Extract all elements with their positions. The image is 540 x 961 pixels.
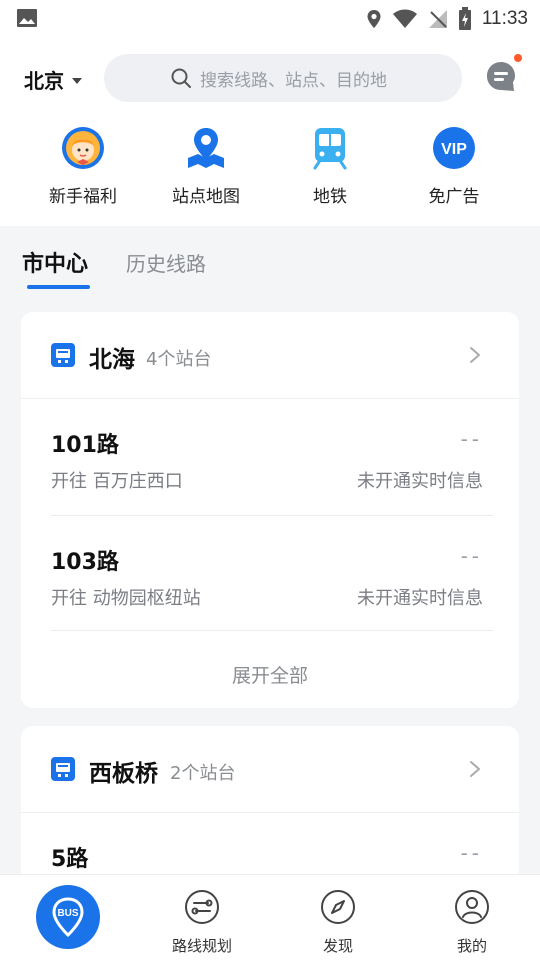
nav-route-planning[interactable]: 路线规划 bbox=[152, 889, 252, 956]
nav-profile[interactable]: 我的 bbox=[422, 889, 522, 956]
battery-charging-icon bbox=[458, 7, 471, 30]
route-direction: 开往 百万庄西口 bbox=[51, 471, 183, 492]
route-eta: -- bbox=[460, 544, 483, 568]
route-name: 103路 bbox=[51, 550, 119, 575]
route-row[interactable]: 101路 开往 百万庄西口 -- 未开通实时信息 bbox=[51, 399, 493, 516]
status-bar: 11:33 bbox=[0, 0, 540, 38]
route-realtime-status: 未开通实时信息 bbox=[357, 588, 483, 609]
quick-action-label: 免广告 bbox=[428, 187, 480, 207]
bottom-navigation: BUS 路线规划 发现 我的 bbox=[0, 874, 540, 961]
chevron-right-icon bbox=[470, 761, 480, 777]
route-name: 101路 bbox=[51, 433, 119, 458]
quick-action-stop-map[interactable]: 站点地图 bbox=[144, 126, 268, 207]
quick-action-label: 站点地图 bbox=[172, 187, 240, 207]
route-direction: 开往 动物园枢纽站 bbox=[51, 588, 201, 609]
divider bbox=[51, 630, 493, 631]
city-selector[interactable]: 北京 bbox=[24, 65, 82, 94]
stop-card-header[interactable]: 北海 4个站台 bbox=[21, 312, 519, 399]
bus-stop-icon bbox=[51, 757, 75, 781]
nav-discover[interactable]: 发现 bbox=[288, 889, 388, 956]
quick-action-subway[interactable]: 地铁 bbox=[268, 126, 392, 207]
expand-all-button[interactable]: 展开全部 bbox=[21, 661, 519, 688]
quick-action-newcomer[interactable]: 新手福利 bbox=[21, 126, 145, 207]
chevron-right-icon bbox=[470, 347, 480, 363]
message-icon bbox=[487, 62, 515, 91]
route-plan-icon bbox=[185, 890, 219, 924]
status-icons: 11:33 bbox=[366, 6, 528, 32]
message-button[interactable] bbox=[484, 54, 522, 94]
stop-platform-count: 4个站台 bbox=[146, 349, 212, 370]
location-icon bbox=[367, 10, 381, 28]
stop-card-header[interactable]: 西板桥 2个站台 bbox=[21, 726, 519, 813]
route-row[interactable]: 103路 开往 动物园枢纽站 -- 未开通实时信息 bbox=[51, 516, 493, 632]
search-icon bbox=[171, 68, 191, 88]
route-realtime-status: 未开通实时信息 bbox=[357, 471, 483, 492]
search-placeholder: 搜索线路、站点、目的地 bbox=[200, 70, 387, 91]
stop-card-beihai: 北海 4个站台 101路 开往 百万庄西口 -- 未开通实时信息 103路 开往… bbox=[21, 312, 519, 708]
stop-card-xibanqiao: 西板桥 2个站台 5路 -- bbox=[21, 726, 519, 886]
route-eta: -- bbox=[460, 427, 483, 451]
no-signal-icon bbox=[428, 10, 447, 28]
search-bar[interactable]: 搜索线路、站点、目的地 bbox=[104, 54, 462, 102]
bus-stop-icon bbox=[51, 343, 75, 367]
stop-name: 西板桥 bbox=[89, 761, 158, 787]
active-tab-indicator bbox=[27, 285, 90, 289]
route-eta: -- bbox=[460, 841, 483, 865]
caret-down-icon bbox=[72, 77, 82, 84]
stop-platform-count: 2个站台 bbox=[170, 763, 236, 784]
gift-avatar-icon bbox=[62, 127, 104, 169]
quick-action-label: 地铁 bbox=[313, 187, 347, 207]
nav-label: 我的 bbox=[456, 937, 487, 955]
tab-history-routes[interactable]: 历史线路 bbox=[126, 248, 206, 277]
compass-icon bbox=[321, 890, 355, 924]
city-name: 北京 bbox=[24, 69, 64, 93]
nav-bus-home[interactable]: BUS bbox=[36, 885, 100, 949]
header: 北京 搜索线路、站点、目的地 新手福利 站点地图 地铁 VIP 免广告 bbox=[0, 38, 540, 226]
bus-location-icon: BUS bbox=[52, 897, 84, 938]
wifi-icon bbox=[392, 9, 417, 28]
stop-name: 北海 bbox=[89, 347, 135, 373]
route-name: 5路 bbox=[51, 847, 89, 872]
map-pin-icon bbox=[188, 128, 224, 168]
nav-label: 发现 bbox=[322, 937, 353, 955]
gallery-notification-icon bbox=[17, 9, 37, 27]
quick-action-no-ads[interactable]: VIP 免广告 bbox=[392, 126, 516, 207]
bus-label: BUS bbox=[57, 908, 78, 919]
tab-city-center[interactable]: 市中心 bbox=[22, 246, 88, 278]
quick-action-label: 新手福利 bbox=[49, 187, 117, 207]
quick-actions: 新手福利 站点地图 地铁 VIP 免广告 bbox=[0, 126, 540, 216]
vip-icon: VIP bbox=[433, 127, 475, 169]
subway-train-icon bbox=[313, 128, 347, 170]
clock: 11:33 bbox=[481, 8, 528, 29]
profile-icon bbox=[455, 890, 489, 924]
notification-dot bbox=[514, 54, 522, 62]
vip-badge-text: VIP bbox=[441, 141, 467, 158]
location-tabs: 市中心 历史线路 bbox=[0, 226, 540, 298]
nav-label: 路线规划 bbox=[171, 937, 232, 955]
